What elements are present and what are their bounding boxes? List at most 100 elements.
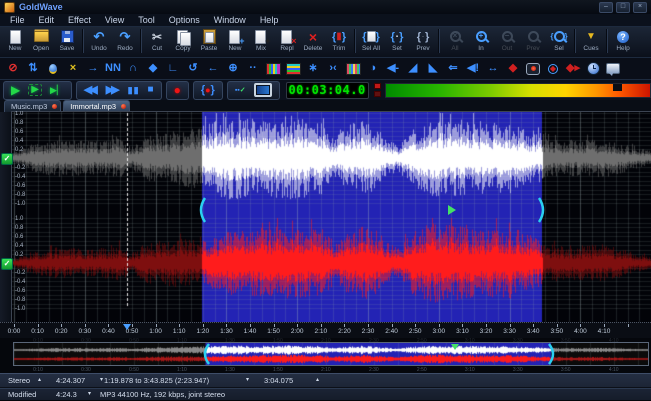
mix-button[interactable]: +Mix — [248, 28, 274, 52]
open-button[interactable]: Open — [28, 28, 54, 52]
cue-split-icon[interactable]: ◆▸ — [563, 60, 583, 78]
zoom-in-button[interactable]: +In — [468, 28, 494, 52]
cut-button[interactable]: ✂Cut — [144, 28, 170, 52]
zoom-out-button[interactable]: −Out — [494, 28, 520, 52]
invert-icon[interactable]: ∟ — [163, 60, 183, 78]
cue-drop-icon[interactable]: ◆ — [543, 60, 563, 78]
fast-forward-button[interactable]: ▶▶ — [102, 85, 124, 96]
record-selection-button[interactable]: {●} — [197, 84, 219, 96]
menu-options[interactable]: Options — [162, 15, 207, 25]
help-button[interactable]: ?Help — [610, 28, 636, 52]
pitch-icon[interactable]: ⇅ — [23, 60, 43, 78]
time-warp-icon[interactable]: ↔ — [483, 60, 503, 78]
previous-selection-button[interactable]: {·}Prev — [410, 28, 436, 52]
selection-dropdown-icon[interactable]: ▾ — [246, 374, 249, 387]
tab-immortal-mp3[interactable]: Immortal.mp3 — [63, 100, 130, 112]
resample-icon[interactable]: ·· — [243, 60, 263, 78]
replace-button[interactable]: ×Repl — [274, 28, 300, 52]
menu-help[interactable]: Help — [253, 15, 286, 25]
copy-button[interactable]: Copy — [170, 28, 196, 52]
smoother-icon[interactable]: ›‹ — [323, 60, 343, 78]
play-selection-button[interactable]: ▶ — [24, 84, 46, 96]
status-position[interactable]: 3:04.075 — [264, 374, 293, 387]
spectrum-icon[interactable] — [343, 60, 363, 78]
pan-icon[interactable]: ⊕ — [223, 60, 243, 78]
menu-file[interactable]: File — [3, 15, 32, 25]
menu-effect[interactable]: Effect — [61, 15, 98, 25]
interpolate-icon[interactable]: ∗ — [303, 60, 323, 78]
offset-icon[interactable]: → — [83, 60, 103, 78]
channel-1-marker[interactable]: ✓ — [1, 153, 13, 165]
status-selection[interactable]: 1:19.878 to 3:43.825 (2:23.947) — [104, 374, 209, 387]
shape-volume-icon[interactable]: ◆ — [503, 60, 523, 78]
close-button[interactable]: × — [633, 2, 647, 13]
overview-selection-end-handle[interactable] — [547, 343, 557, 370]
playline-axis-marker[interactable] — [123, 324, 131, 330]
shift-icon[interactable]: ← — [203, 60, 223, 78]
delete-button[interactable]: ×Delete — [300, 28, 326, 52]
waveform-canvas[interactable] — [12, 112, 651, 322]
time-label: 0:10 — [31, 328, 44, 335]
minimize-button[interactable]: – — [599, 2, 613, 13]
play-fast-button[interactable]: ▶▏ — [46, 86, 68, 95]
visuals-button[interactable] — [250, 83, 276, 97]
position-dropdown-icon[interactable]: ▴ — [316, 374, 319, 387]
expression-icon[interactable]: × — [63, 60, 83, 78]
format-dropdown-icon[interactable]: ▾ — [88, 388, 91, 401]
status-channels[interactable]: Stereo — [8, 374, 30, 387]
paste-new-button[interactable]: +New — [222, 28, 248, 52]
monitor-off-icon[interactable]: ⊘ — [3, 60, 23, 78]
menu-tool[interactable]: Tool — [131, 15, 162, 25]
doppler-icon[interactable] — [43, 60, 63, 78]
control-properties-button[interactable]: ▪▪✓ — [231, 87, 250, 94]
zoom-all-button[interactable]: ×All — [442, 28, 468, 52]
selection-end-handle[interactable] — [537, 197, 547, 228]
timer-icon[interactable] — [583, 60, 603, 78]
equalizer-icon[interactable] — [263, 60, 283, 78]
play-all-button[interactable]: ▶ — [7, 84, 24, 96]
match-volume-icon[interactable]: ⇐ — [443, 60, 463, 78]
menu-edit[interactable]: Edit — [32, 15, 62, 25]
cues-button[interactable]: ▼Cues — [578, 28, 604, 52]
selection-start-handle[interactable] — [197, 197, 207, 228]
dynamics-icon[interactable]: NN — [103, 60, 123, 78]
maximize-button[interactable]: □ — [616, 2, 630, 13]
status-length-2[interactable]: 4:24.3 — [56, 388, 77, 401]
tab-music-mp3[interactable]: Music.mp3 — [4, 100, 61, 112]
time-axis[interactable]: 0:000:100:200:300:400:501:001:101:201:30… — [0, 322, 651, 338]
playback-marker[interactable] — [448, 205, 456, 215]
save-button[interactable]: Save — [54, 28, 80, 52]
menu-view[interactable]: View — [98, 15, 131, 25]
fade-out-icon[interactable]: ◣ — [423, 60, 443, 78]
paste-button[interactable]: Paste — [196, 28, 222, 52]
set-selection-button[interactable]: {▪}Set — [384, 28, 410, 52]
channel-2-marker[interactable]: ✓ — [1, 258, 13, 270]
cue-point-icon[interactable] — [523, 60, 543, 78]
zoom-selection-button[interactable]: {}Sel — [546, 28, 572, 52]
stop-button[interactable]: ■ — [144, 85, 158, 95]
parametric-eq-icon[interactable] — [283, 60, 303, 78]
length-dropdown-icon[interactable]: ▾ — [100, 374, 103, 387]
maximize-volume-icon[interactable]: ◀! — [463, 60, 483, 78]
overview-playback-marker[interactable] — [451, 344, 459, 350]
redo-button[interactable]: ↷Redo — [112, 28, 138, 52]
echo-icon[interactable]: ∩ — [123, 60, 143, 78]
menu-window[interactable]: Window — [207, 15, 253, 25]
record-button[interactable]: ● — [170, 84, 185, 96]
zoom-previous-button[interactable]: Prev — [520, 28, 546, 52]
comment-icon[interactable] — [603, 60, 623, 78]
fade-in-icon[interactable]: ◢ — [403, 60, 423, 78]
reverse-icon[interactable]: ↺ — [183, 60, 203, 78]
volume-icon[interactable]: ◑ — [363, 60, 383, 78]
channels-dropdown-icon[interactable]: ▴ — [38, 374, 41, 387]
rewind-button[interactable]: ◀◀ — [80, 85, 102, 96]
pause-button[interactable]: ▮▮ — [124, 86, 144, 95]
overview-selection-start-handle[interactable] — [201, 343, 211, 370]
undo-button[interactable]: ↶Undo — [86, 28, 112, 52]
new-file-button[interactable]: New — [2, 28, 28, 52]
status-length[interactable]: 4:24.307 — [56, 374, 85, 387]
flanger-icon[interactable]: ◆ — [143, 60, 163, 78]
speaker-icon[interactable]: ◀- — [383, 60, 403, 78]
trim-button[interactable]: {▮}Trim — [326, 28, 352, 52]
select-all-button[interactable]: {}Sel All — [358, 28, 384, 52]
